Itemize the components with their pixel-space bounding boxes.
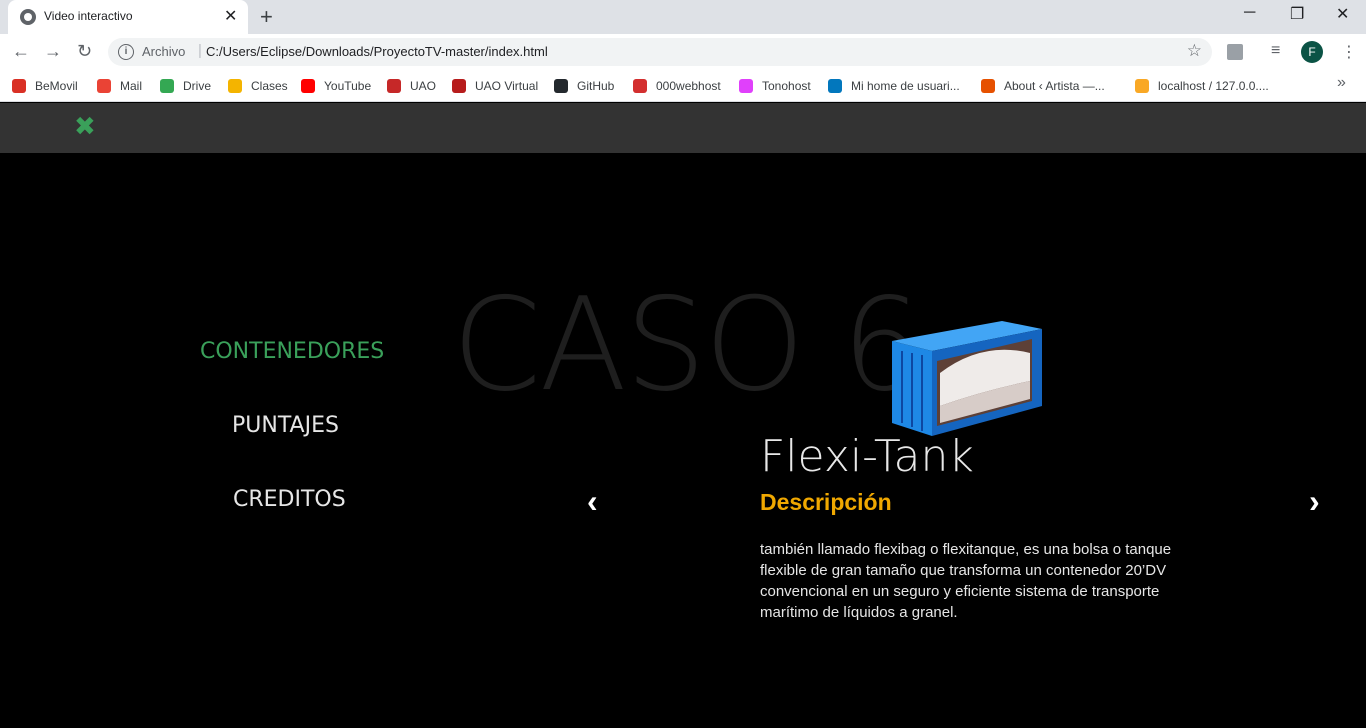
menu-item-contenedores[interactable]: CONTENEDORES bbox=[200, 339, 384, 364]
bookmark-item[interactable]: Mi home de usuari... bbox=[828, 77, 960, 95]
bookmark-favicon-icon bbox=[554, 79, 568, 93]
pdf-extension-icon[interactable] bbox=[1227, 44, 1243, 60]
bookmark-label: YouTube bbox=[324, 79, 372, 93]
globe-icon bbox=[20, 9, 36, 25]
tab-close-icon[interactable]: ✕ bbox=[224, 6, 237, 26]
bookmark-item[interactable]: YouTube bbox=[301, 77, 371, 95]
reload-icon[interactable]: ↻ bbox=[77, 41, 92, 62]
bookmark-label: Drive bbox=[183, 79, 212, 93]
description-text: también llamado flexibag o flexitanque, … bbox=[760, 541, 1172, 621]
restore-icon[interactable]: ❐ bbox=[1290, 4, 1304, 24]
case-title: CASO 6 bbox=[452, 271, 923, 420]
next-arrow-button[interactable]: › bbox=[1309, 483, 1320, 520]
bookmark-item[interactable]: 000webhost bbox=[633, 77, 721, 95]
bookmark-label: localhost / 127.0.0.... bbox=[1158, 79, 1269, 93]
bookmark-label: Mail bbox=[120, 79, 143, 93]
bookmark-label: UAO bbox=[410, 79, 437, 93]
browser-toolbar: ← → ↻ i Archivo | C:/Users/Eclipse/Downl… bbox=[0, 34, 1366, 70]
bookmark-item[interactable]: localhost / 127.0.0.... bbox=[1135, 77, 1269, 95]
back-icon[interactable]: ← bbox=[12, 41, 30, 62]
close-icon[interactable]: ✖ bbox=[74, 111, 96, 142]
bookmark-favicon-icon bbox=[387, 79, 401, 93]
bookmark-label: About ‹ Artista —... bbox=[1004, 79, 1105, 93]
bookmark-item[interactable]: Drive bbox=[160, 77, 211, 95]
info-icon[interactable]: i bbox=[118, 44, 134, 60]
bookmark-favicon-icon bbox=[739, 79, 753, 93]
forward-icon[interactable]: → bbox=[44, 41, 62, 62]
bookmarks-overflow-icon[interactable]: » bbox=[1337, 74, 1346, 92]
media-controls-icon[interactable]: ≡ bbox=[1271, 42, 1280, 60]
url-text[interactable]: C:/Users/Eclipse/Downloads/ProyectoTV-ma… bbox=[206, 44, 548, 59]
url-scheme: Archivo bbox=[142, 44, 186, 59]
bookmark-item[interactable]: Mail bbox=[97, 77, 142, 95]
bookmark-item[interactable]: Tonohost bbox=[739, 77, 811, 95]
browser-menu-icon[interactable]: ⋮ bbox=[1341, 42, 1357, 62]
window-close-icon[interactable]: ✕ bbox=[1336, 4, 1349, 24]
bookmark-favicon-icon bbox=[228, 79, 242, 93]
bookmark-item[interactable]: GitHub bbox=[554, 77, 614, 95]
menu-item-puntajes[interactable]: PUNTAJES bbox=[232, 413, 339, 438]
bookmark-item[interactable]: Clases bbox=[228, 77, 288, 95]
browser-tab[interactable]: Video interactivo ✕ bbox=[8, 0, 248, 34]
bookmark-favicon-icon bbox=[981, 79, 995, 93]
minimize-icon[interactable]: ─ bbox=[1244, 4, 1255, 22]
bookmark-favicon-icon bbox=[633, 79, 647, 93]
bookmark-item[interactable]: UAO Virtual bbox=[452, 77, 538, 95]
url-separator: | bbox=[198, 42, 202, 59]
bookmark-favicon-icon bbox=[160, 79, 174, 93]
tab-title: Video interactivo bbox=[44, 9, 133, 23]
bookmark-item[interactable]: About ‹ Artista —... bbox=[981, 77, 1105, 95]
bookmark-favicon-icon bbox=[301, 79, 315, 93]
main-stage: CONTENEDORES PUNTAJES CREDITOS CASO 6 Fl… bbox=[0, 153, 1366, 728]
profile-avatar[interactable]: F bbox=[1301, 41, 1323, 63]
bookmark-item[interactable]: UAO bbox=[387, 77, 436, 95]
bookmark-label: BeMovil bbox=[35, 79, 78, 93]
bookmark-label: Clases bbox=[251, 79, 288, 93]
product-title: Flexi-Tank bbox=[760, 431, 974, 482]
bookmark-label: 000webhost bbox=[656, 79, 721, 93]
browser-tabstrip: Video interactivo ✕ + ─ ❐ ✕ bbox=[0, 0, 1366, 34]
bookmark-star-icon[interactable]: ☆ bbox=[1187, 41, 1202, 61]
bookmark-favicon-icon bbox=[12, 79, 26, 93]
description-heading: Descripción bbox=[760, 489, 892, 515]
bookmark-label: Tonohost bbox=[762, 79, 811, 93]
bookmark-favicon-icon bbox=[1135, 79, 1149, 93]
bookmark-favicon-icon bbox=[452, 79, 466, 93]
bookmark-favicon-icon bbox=[97, 79, 111, 93]
address-bar[interactable]: i Archivo | C:/Users/Eclipse/Downloads/P… bbox=[108, 38, 1212, 66]
new-tab-button[interactable]: + bbox=[260, 4, 273, 30]
bookmark-item[interactable]: BeMovil bbox=[12, 77, 78, 95]
bookmark-favicon-icon bbox=[828, 79, 842, 93]
bookmark-label: GitHub bbox=[577, 79, 615, 93]
page-topbar: ✖ bbox=[0, 103, 1366, 153]
prev-arrow-button[interactable]: ‹ bbox=[587, 483, 598, 520]
bookmarks-bar: BeMovil Mail Drive Clases YouTube UAO UAO Virt… bbox=[0, 70, 1366, 102]
flexitank-container-image bbox=[892, 321, 1042, 436]
menu-item-creditos[interactable]: CREDITOS bbox=[233, 487, 346, 512]
bookmark-label: UAO Virtual bbox=[475, 79, 539, 93]
bookmark-label: Mi home de usuari... bbox=[851, 79, 960, 93]
